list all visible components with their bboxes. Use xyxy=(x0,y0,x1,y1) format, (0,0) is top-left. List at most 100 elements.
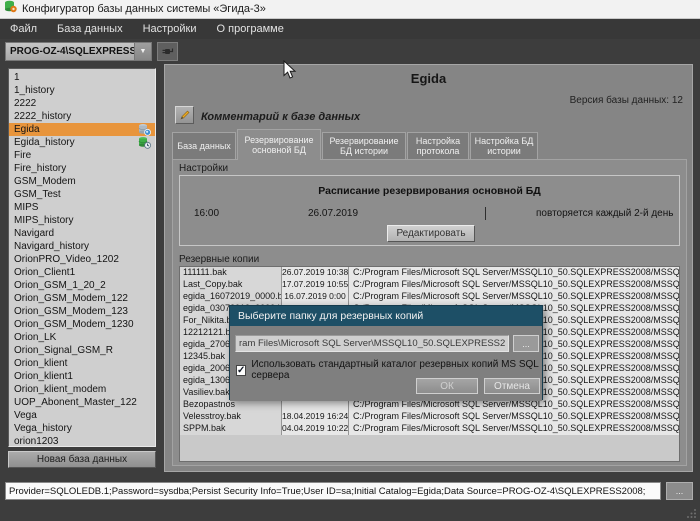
sidebar-item-1[interactable]: 1 xyxy=(9,71,155,84)
sidebar-item-navigard[interactable]: Navigard xyxy=(9,227,155,240)
sidebar-item-label: Orion_klient_modem xyxy=(14,384,106,395)
backup-name-cell: Velesstroy.bak xyxy=(180,411,282,423)
sidebar-item-fire_history[interactable]: Fire_history xyxy=(9,162,155,175)
sidebar-item-orion1203[interactable]: orion1203 xyxy=(9,435,155,447)
sidebar-item-orion_klient1[interactable]: Orion_klient1 xyxy=(9,370,155,383)
sidebar-item-egida[interactable]: Egida xyxy=(9,123,155,136)
sidebar-item-fire[interactable]: Fire xyxy=(9,149,155,162)
sidebar-item-gsm_modem[interactable]: GSM_Modem xyxy=(9,175,155,188)
sidebar-item-label: 2222_history xyxy=(14,111,71,122)
chevron-down-icon[interactable]: ▼ xyxy=(134,43,151,60)
sidebar-item-orion_gsm_1_20_2[interactable]: Orion_GSM_1_20_2 xyxy=(9,279,155,292)
table-row[interactable]: egida_16072019_0000.bak16.07.2019 0:00C:… xyxy=(180,291,679,303)
sidebar-item-label: Vega_history xyxy=(14,423,72,434)
sidebar-item-2222_history[interactable]: 2222_history xyxy=(9,110,155,123)
db-version-label: Версия базы данных: 12 xyxy=(570,95,683,106)
tab-bar: База данныхРезервирование основной БДРез… xyxy=(172,128,539,159)
sidebar-item-egida_history[interactable]: Egida_history xyxy=(9,136,155,149)
sidebar-item-orionpro_video_1202[interactable]: OrionPRO_Video_1202 xyxy=(9,253,155,266)
sidebar-item-label: Egida xyxy=(14,124,40,135)
database-history-icon xyxy=(138,136,151,149)
sidebar-item-orion_klient[interactable]: Orion_klient xyxy=(9,357,155,370)
sidebar-item-label: Orion_GSM_Modem_122 xyxy=(14,293,128,304)
browse-folder-button[interactable]: ... xyxy=(513,335,539,352)
sidebar-item-2222[interactable]: 2222 xyxy=(9,97,155,110)
connection-string-input[interactable] xyxy=(5,482,661,500)
sidebar-item-mips[interactable]: MIPS xyxy=(9,201,155,214)
cancel-button[interactable]: Отмена xyxy=(484,378,540,394)
new-database-button[interactable]: Новая база данных xyxy=(8,451,156,468)
tab-protocol-settings[interactable]: Настройка протокола xyxy=(407,132,469,159)
table-row[interactable]: Last_Copy.bak17.07.2019 10:55C:/Program … xyxy=(180,279,679,291)
dialog-body: ... ✓ Использовать стандартный каталог р… xyxy=(230,326,542,401)
menu-settings[interactable]: Настройки xyxy=(133,19,207,39)
sidebar-item-navigard_history[interactable]: Navigard_history xyxy=(9,240,155,253)
sidebar-item-label: 1 xyxy=(14,72,20,83)
server-combobox-value: PROG-OZ-4\SQLEXPRESS2008 xyxy=(6,46,134,57)
sidebar-item-vega[interactable]: Vega xyxy=(9,409,155,422)
backup-path-cell: C:/Program Files/Microsoft SQL Server/MS… xyxy=(349,279,679,291)
sidebar-item-vega_history[interactable]: Vega_history xyxy=(9,422,155,435)
edit-schedule-button[interactable]: Редактировать xyxy=(387,225,475,242)
sidebar-item-label: GSM_Test xyxy=(14,189,61,200)
pencil-icon xyxy=(179,109,191,121)
dialog-title: Выберите папку для резервных копий xyxy=(230,306,542,326)
table-row[interactable]: 111111.bak26.07.2019 10:38C:/Program Fil… xyxy=(180,267,679,279)
backup-path-cell: C:/Program Files/Microsoft SQL Server/MS… xyxy=(349,267,679,279)
edit-comment-button[interactable] xyxy=(175,106,194,124)
menu-database[interactable]: База данных xyxy=(47,19,133,39)
sidebar-item-label: Orion_GSM_1_20_2 xyxy=(14,280,106,291)
sidebar-item-orion_gsm_modem_1230[interactable]: Orion_GSM_Modem_1230 xyxy=(9,318,155,331)
ok-button[interactable]: ОК xyxy=(416,378,478,394)
tab-history-db-settings[interactable]: Настройка БД истории xyxy=(470,132,538,159)
sidebar-item-label: Vega xyxy=(14,410,37,421)
connect-button[interactable] xyxy=(157,42,178,61)
backup-path-cell: C:/Program Files/Microsoft SQL Server/MS… xyxy=(349,291,679,303)
sidebar-item-label: Orion_Client1 xyxy=(14,267,75,278)
table-row[interactable]: SPPM.bak04.04.2019 10:22C:/Program Files… xyxy=(180,423,679,435)
sidebar-item-gsm_test[interactable]: GSM_Test xyxy=(9,188,155,201)
sidebar-item-orion_signal_gsm_r[interactable]: Orion_Signal_GSM_R xyxy=(9,344,155,357)
app-window: Конфигуратор базы данных системы «Эгида-… xyxy=(0,0,700,521)
database-title: Egida xyxy=(165,71,692,86)
sidebar-item-orion_lk[interactable]: Orion_LK xyxy=(9,331,155,344)
sidebar-item-label: orion1203 xyxy=(14,436,58,447)
sidebar-item-label: 1_history xyxy=(14,85,55,96)
schedule-frame: Расписание резервирования основной БД 16… xyxy=(179,175,680,246)
backup-date-cell: 18.04.2019 16:24 xyxy=(282,411,349,423)
sidebar-item-uop_abonent_master_122[interactable]: UOP_Abonent_Master_122 xyxy=(9,396,155,409)
titlebar[interactable]: Конфигуратор базы данных системы «Эгида-… xyxy=(0,0,700,19)
plug-icon xyxy=(161,46,174,57)
sidebar-item-label: MIPS xyxy=(14,202,38,213)
tab-backup-history[interactable]: Резервирование БД истории xyxy=(322,132,406,159)
sidebar-item-orion_klient_modem[interactable]: Orion_klient_modem xyxy=(9,383,155,396)
sidebar-item-orion_client1[interactable]: Orion_Client1 xyxy=(9,266,155,279)
tab-backup-main[interactable]: Резервирование основной БД xyxy=(237,129,321,160)
resize-grip-icon[interactable] xyxy=(687,508,697,518)
checkbox-icon[interactable]: ✓ xyxy=(236,365,246,376)
backup-name-cell: Last_Copy.bak xyxy=(180,279,282,291)
database-list: 1 1_history22222222_history EgidaEgida_his… xyxy=(8,68,156,447)
schedule-repeat: повторяется каждый 2-й день xyxy=(536,208,673,219)
sidebar-item-label: Fire_history xyxy=(14,163,66,174)
sidebar-item-label: Orion_klient xyxy=(14,358,67,369)
table-row[interactable]: Velesstroy.bak18.04.2019 16:24C:/Program… xyxy=(180,411,679,423)
sidebar-item-label: UOP_Abonent_Master_122 xyxy=(14,397,137,408)
database-icon xyxy=(138,123,151,136)
mouse-cursor xyxy=(283,60,297,80)
backup-date-cell: 04.04.2019 10:22 xyxy=(282,423,349,435)
sidebar-item-label: Orion_GSM_Modem_123 xyxy=(14,306,128,317)
menu-about[interactable]: О программе xyxy=(207,19,294,39)
tab-database[interactable]: База данных xyxy=(172,132,236,159)
sidebar-item-orion_gsm_modem_122[interactable]: Orion_GSM_Modem_122 xyxy=(9,292,155,305)
menu-file[interactable]: Файл xyxy=(0,19,47,39)
server-combobox[interactable]: PROG-OZ-4\SQLEXPRESS2008 ▼ xyxy=(5,42,152,61)
sidebar-item-1_history[interactable]: 1_history xyxy=(9,84,155,97)
folder-dialog: Выберите папку для резервных копий ... ✓… xyxy=(229,305,543,400)
sidebar-item-orion_gsm_modem_123[interactable]: Orion_GSM_Modem_123 xyxy=(9,305,155,318)
backup-folder-input[interactable] xyxy=(235,335,509,352)
app-icon xyxy=(4,0,17,18)
backup-path-cell: C:/Program Files/Microsoft SQL Server/MS… xyxy=(349,423,679,435)
sidebar-item-mips_history[interactable]: MIPS_history xyxy=(9,214,155,227)
connection-browse-button[interactable]: ... xyxy=(666,482,693,500)
